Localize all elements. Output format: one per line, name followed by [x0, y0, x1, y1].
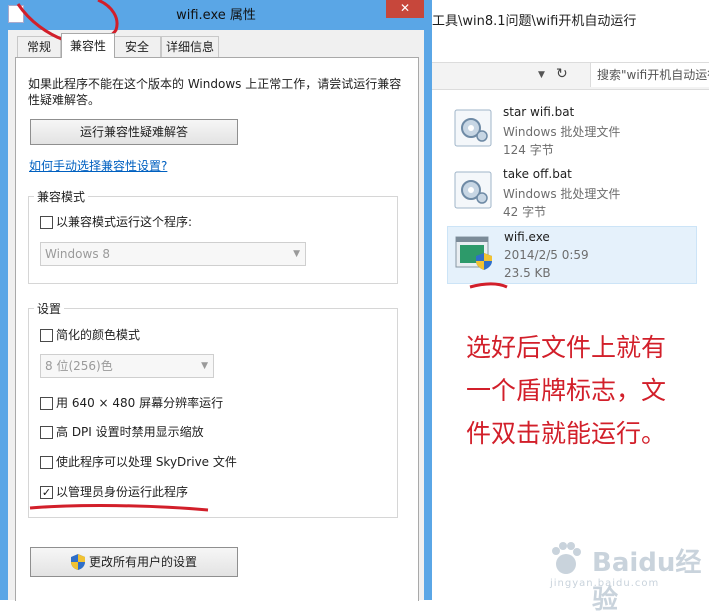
- annotation-line: 选好后文件上就有: [466, 333, 667, 362]
- annotation-line: 件双击就能运行。: [466, 419, 667, 448]
- file-size: 23.5 KB: [504, 266, 551, 280]
- color-depth-select[interactable]: 8 位(256)色 ▼: [40, 354, 214, 378]
- tab-security[interactable]: 安全: [113, 36, 161, 57]
- file-name: take off.bat: [503, 167, 572, 181]
- file-size: 124 字节: [503, 143, 554, 157]
- watermark-url: jingyan.baidu.com: [550, 578, 660, 589]
- color-depth-select-value: 8 位(256)色: [45, 359, 113, 373]
- reduced-color-checkbox[interactable]: [40, 329, 53, 342]
- run-as-admin-checkbox[interactable]: ✓: [40, 486, 53, 499]
- run-as-admin-label: 以管理员身份运行此程序: [56, 485, 189, 499]
- paw-logo-icon: [552, 542, 581, 574]
- skydrive-files-checkbox[interactable]: [40, 456, 53, 469]
- compat-mode-checkbox[interactable]: [40, 216, 53, 229]
- explorer-window: [432, 0, 709, 600]
- compat-mode-checkbox-label: 以兼容模式运行这个程序:: [56, 215, 193, 229]
- chevron-down-icon: ▼: [293, 249, 300, 259]
- file-item[interactable]: star wifi.bat Windows 批处理文件 124 字节: [447, 102, 695, 158]
- refresh-icon[interactable]: ↻: [556, 66, 568, 82]
- chevron-down-icon: ▼: [201, 361, 208, 371]
- file-size: 42 字节: [503, 205, 547, 219]
- baidu-watermark: Baidu经验 jingyan.baidu.com: [534, 534, 704, 615]
- change-all-users-label: 更改所有用户的设置: [89, 555, 198, 569]
- disable-dpi-scaling-label: 高 DPI 设置时禁用显示缩放: [56, 425, 204, 439]
- search-placeholder: 搜索"wifi开机自动运行": [597, 68, 709, 82]
- tab-general[interactable]: 常规: [17, 36, 61, 57]
- tab-compatibility[interactable]: 兼容性: [61, 33, 115, 58]
- change-all-users-button[interactable]: 更改所有用户的设置: [30, 547, 238, 577]
- compat-mode-group-label: 兼容模式: [34, 188, 89, 205]
- file-name: star wifi.bat: [503, 105, 575, 119]
- settings-group-label: 设置: [34, 300, 65, 317]
- annotation-text: 选好后文件上就有 一个盾牌标志，文 件双击就能运行。: [466, 326, 706, 455]
- file-item-selected[interactable]: wifi.exe 2014/2/5 0:59 23.5 KB: [447, 226, 697, 284]
- batch-file-icon: [454, 109, 492, 147]
- annotation-line: 一个盾牌标志，文: [466, 376, 667, 405]
- close-button[interactable]: ✕: [386, 0, 424, 18]
- dialog-title: wifi.exe 属性: [176, 8, 256, 23]
- reduced-color-label: 简化的颜色模式: [56, 328, 141, 342]
- explorer-breadcrumb[interactable]: 工具\win8.1问题\wifi开机自动运行: [432, 10, 636, 29]
- os-version-select[interactable]: Windows 8 ▼: [40, 242, 306, 266]
- file-type: Windows 批处理文件: [503, 125, 621, 139]
- chevron-down-icon[interactable]: ▼: [538, 70, 545, 80]
- manual-settings-link[interactable]: 如何手动选择兼容性设置?: [29, 157, 167, 174]
- compat-description: 如果此程序不能在这个版本的 Windows 上正常工作，请尝试运行兼容性疑难解答…: [28, 77, 402, 107]
- file-date: 2014/2/5 0:59: [504, 248, 589, 262]
- file-name: wifi.exe: [504, 230, 550, 244]
- exe-shield-icon: [455, 236, 492, 270]
- tab-details[interactable]: 详细信息: [161, 36, 219, 57]
- file-type: Windows 批处理文件: [503, 187, 621, 201]
- file-item[interactable]: take off.bat Windows 批处理文件 42 字节: [447, 164, 695, 220]
- disable-dpi-scaling-checkbox[interactable]: [40, 426, 53, 439]
- os-version-select-value: Windows 8: [45, 247, 111, 261]
- batch-file-icon: [454, 171, 492, 209]
- run-troubleshooter-button[interactable]: 运行兼容性疑难解答: [30, 119, 238, 145]
- resolution-640-label: 用 640 × 480 屏幕分辨率运行: [56, 396, 224, 410]
- search-input[interactable]: 搜索"wifi开机自动运行": [590, 63, 709, 87]
- uac-shield-icon: [71, 554, 85, 570]
- skydrive-files-label: 使此程序可以处理 SkyDrive 文件: [56, 455, 237, 469]
- resolution-640-checkbox[interactable]: [40, 397, 53, 410]
- dialog-titlebar[interactable]: wifi.exe 属性 ✕: [0, 0, 432, 26]
- compat-mode-group: [28, 196, 398, 284]
